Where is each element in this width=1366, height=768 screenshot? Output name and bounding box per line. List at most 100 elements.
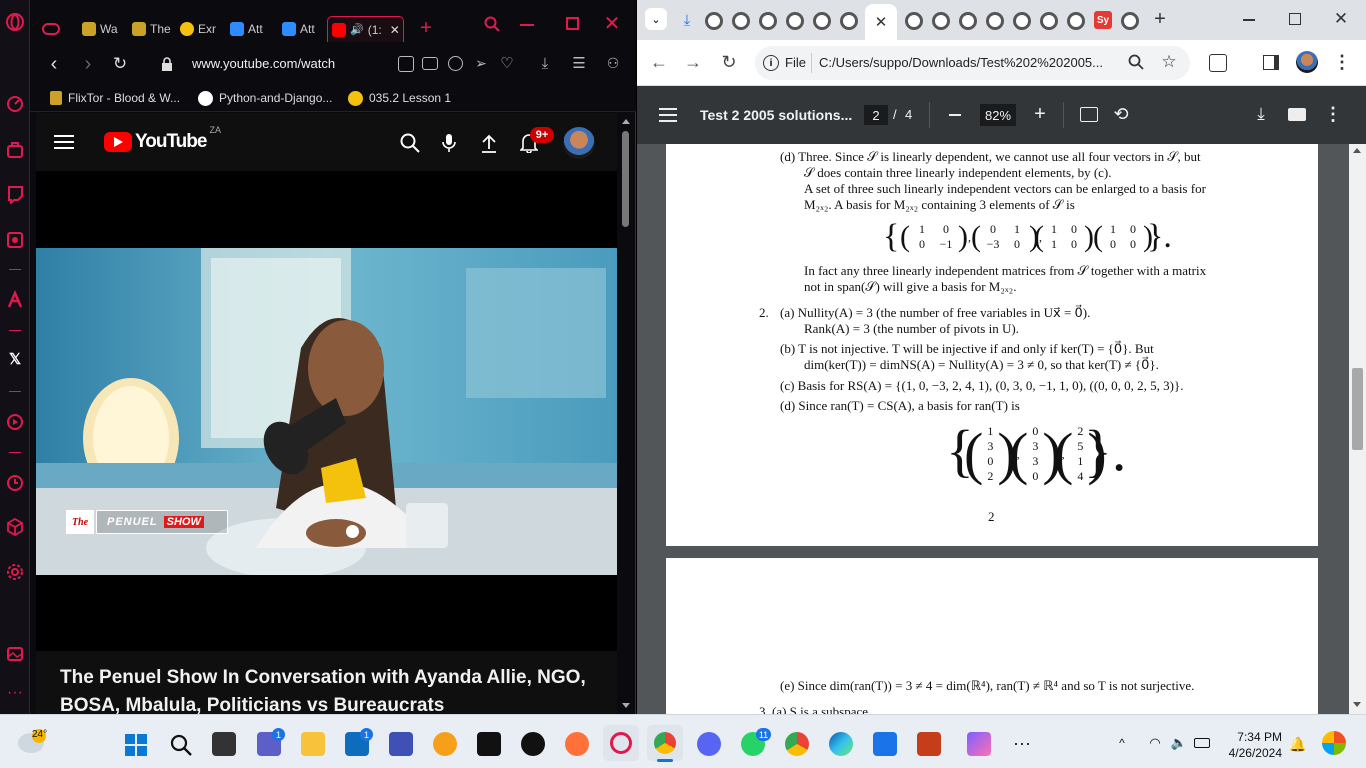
- scroll-down-arrow-icon[interactable]: [1353, 702, 1361, 707]
- opera-logo-icon[interactable]: [5, 12, 25, 32]
- tab-globe-icon[interactable]: [986, 12, 1004, 30]
- chrome-menu-icon[interactable]: ⋮: [1333, 52, 1351, 72]
- chrome-taskbar-button[interactable]: [647, 725, 683, 762]
- new-tab-plus-icon[interactable]: +: [416, 17, 436, 39]
- bookmark-flixtor[interactable]: FlixTor - Blood & W...: [50, 88, 180, 108]
- back-arrow-icon[interactable]: ‹: [44, 53, 64, 75]
- easy-setup-icon[interactable]: ☰: [570, 54, 588, 72]
- page-number-input[interactable]: 2: [864, 105, 888, 125]
- extensions-cube-icon[interactable]: [5, 517, 25, 537]
- opera-gx-taskbar-button[interactable]: [603, 725, 639, 761]
- tab-search-dropdown-icon[interactable]: ⌄: [645, 8, 667, 30]
- reload-icon[interactable]: ↻: [719, 52, 739, 72]
- profile-avatar[interactable]: [1296, 51, 1318, 73]
- block-icon[interactable]: [448, 56, 463, 71]
- tab-the[interactable]: The: [132, 16, 172, 42]
- tab-youtube-active[interactable]: 🔊 (1: ✕: [327, 16, 404, 42]
- search-icon[interactable]: [400, 133, 420, 153]
- tab-globe-icon[interactable]: [1040, 12, 1058, 30]
- firefox-icon[interactable]: [565, 732, 589, 756]
- start-windows-icon[interactable]: [125, 734, 147, 756]
- vmware-icon[interactable]: [389, 732, 413, 756]
- print-icon[interactable]: [1288, 108, 1306, 121]
- new-tab-plus-icon[interactable]: +: [1149, 8, 1171, 30]
- close-window-icon[interactable]: ✕: [1331, 9, 1351, 29]
- scroll-down-arrow-icon[interactable]: [622, 703, 630, 708]
- profile-icon[interactable]: ⚇: [604, 54, 622, 72]
- maximize-icon[interactable]: [566, 17, 579, 30]
- scroll-up-arrow-icon[interactable]: [622, 119, 630, 124]
- gx-corner-icon[interactable]: [5, 140, 25, 160]
- tab-globe-icon[interactable]: [813, 12, 831, 30]
- forward-arrow-icon[interactable]: ›: [78, 53, 98, 75]
- bookmark-python-django[interactable]: Python-and-Django...: [198, 88, 332, 108]
- aria-icon[interactable]: [5, 290, 25, 310]
- wifi-icon[interactable]: ◠: [1146, 734, 1164, 752]
- tab-search-icon[interactable]: [482, 14, 502, 34]
- pdf-download-icon[interactable]: ⤓: [1251, 104, 1271, 124]
- zoom-in-icon[interactable]: +: [1031, 103, 1049, 125]
- heart-icon[interactable]: ♡: [498, 54, 516, 72]
- speaker-icon[interactable]: 🔊: [350, 23, 364, 36]
- discord-icon[interactable]: [697, 732, 721, 756]
- tab-symbolab-icon[interactable]: Sy: [1094, 11, 1112, 29]
- speed-dial-icon[interactable]: [5, 94, 25, 114]
- pdf-sidebar-menu-icon[interactable]: [659, 108, 677, 122]
- tab-whatsapp[interactable]: Wa: [82, 16, 118, 42]
- tab-globe-icon[interactable]: [1121, 12, 1139, 30]
- github-desktop-icon[interactable]: [521, 732, 545, 756]
- edge-icon[interactable]: [829, 732, 853, 756]
- omnibox[interactable]: i File C:/Users/suppo/Downloads/Test%202…: [755, 46, 1190, 80]
- pdf-viewer[interactable]: (d) Three. Since 𝒮 is linearly dependent…: [637, 144, 1349, 714]
- back-arrow-icon[interactable]: ←: [649, 52, 669, 72]
- weather-widget[interactable]: 24°: [18, 729, 48, 757]
- scroll-thumb[interactable]: [1352, 368, 1363, 450]
- download-icon[interactable]: ⤓: [536, 54, 554, 72]
- gamepad-icon[interactable]: [40, 18, 62, 40]
- tab-exr[interactable]: Exr: [180, 16, 220, 42]
- hamburger-menu-icon[interactable]: [54, 135, 74, 149]
- close-window-icon[interactable]: ✕: [602, 13, 622, 35]
- youtube-logo[interactable]: YouTube ZA: [104, 125, 221, 153]
- photos-icon[interactable]: [873, 732, 897, 756]
- avatar[interactable]: [563, 127, 595, 159]
- tab-globe-icon[interactable]: [1013, 12, 1031, 30]
- clock-time[interactable]: 7:34 PM: [1226, 730, 1282, 744]
- pdf-more-icon[interactable]: ⋮: [1324, 104, 1342, 124]
- file-explorer-icon[interactable]: [301, 732, 325, 756]
- send-icon[interactable]: ➢: [472, 54, 490, 72]
- snapshot-icon[interactable]: [5, 644, 25, 664]
- player-icon[interactable]: [5, 230, 25, 250]
- show-hidden-icons-icon[interactable]: ^: [1114, 735, 1130, 751]
- upload-icon[interactable]: [480, 133, 498, 153]
- settings-gear-icon[interactable]: [5, 562, 25, 582]
- tab-close-icon[interactable]: ✕: [390, 23, 400, 37]
- forward-arrow-icon[interactable]: →: [683, 52, 703, 72]
- maximize-icon[interactable]: [1289, 13, 1301, 25]
- copilot-icon[interactable]: [967, 732, 991, 756]
- microphone-icon[interactable]: [442, 133, 456, 153]
- bitcoin-app-icon[interactable]: [433, 732, 457, 756]
- url-text[interactable]: C:/Users/suppo/Downloads/Test%202%202005…: [819, 55, 1103, 70]
- tab-globe-icon[interactable]: [840, 12, 858, 30]
- url-text[interactable]: www.youtube.com/watch: [192, 56, 335, 71]
- tab-globe-icon[interactable]: [732, 12, 750, 30]
- tab-globe-icon[interactable]: [932, 12, 950, 30]
- history-icon[interactable]: [5, 473, 25, 493]
- tab-globe-icon[interactable]: [786, 12, 804, 30]
- x-twitter-icon[interactable]: 𝕏: [5, 350, 25, 370]
- tab-globe-icon[interactable]: [905, 12, 923, 30]
- extensions-puzzle-icon[interactable]: [1209, 54, 1227, 72]
- bookmark-lesson[interactable]: 035.2 Lesson 1: [348, 88, 451, 108]
- volume-icon[interactable]: 🔈: [1170, 734, 1188, 752]
- taskbar-more-icon[interactable]: ···: [1010, 733, 1034, 753]
- scroll-up-arrow-icon[interactable]: [1353, 148, 1361, 153]
- opera-scrollbar[interactable]: [619, 113, 633, 714]
- figma-icon[interactable]: [477, 732, 501, 756]
- battery-icon[interactable]: [1194, 738, 1210, 748]
- scroll-thumb[interactable]: [622, 131, 629, 227]
- pdf-scrollbar[interactable]: [1349, 144, 1366, 714]
- more-icon[interactable]: ···: [5, 684, 25, 704]
- tab-download-icon[interactable]: ⤓: [679, 11, 695, 29]
- tab-att-1[interactable]: Att: [230, 16, 270, 42]
